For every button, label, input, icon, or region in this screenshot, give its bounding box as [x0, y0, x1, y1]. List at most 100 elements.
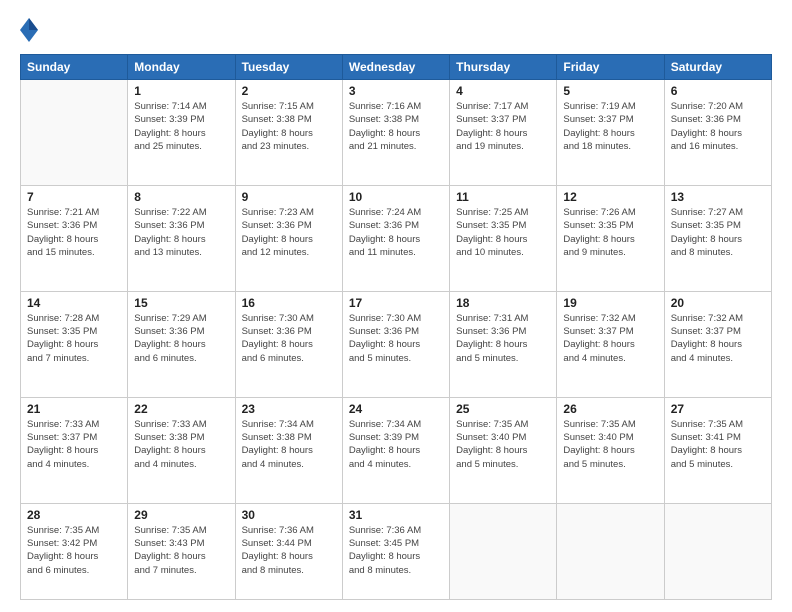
calendar-cell [450, 503, 557, 599]
calendar-cell: 8Sunrise: 7:22 AM Sunset: 3:36 PM Daylig… [128, 185, 235, 291]
calendar-cell: 27 Sunrise: 7:35 AM Sunset: 3:41 PM Dayli… [664, 397, 771, 503]
day-number: 13 [671, 190, 765, 204]
day-number: 2 [242, 84, 336, 98]
calendar-cell: 19 Sunrise: 7:32 AM Sunset: 3:37 PM Dayli… [557, 291, 664, 397]
day-number: 30 [242, 508, 336, 522]
calendar-cell: 18 Sunrise: 7:31 AM Sunset: 3:36 PM Dayli… [450, 291, 557, 397]
calendar-cell: 3 Sunrise: 7:16 AM Sunset: 3:38 PM Daylig… [342, 80, 449, 186]
calendar-cell: 15 Sunrise: 7:29 AM Sunset: 3:36 PM Dayli… [128, 291, 235, 397]
calendar-cell: 25Sunrise: 7:35 AM Sunset: 3:40 PM Dayli… [450, 397, 557, 503]
day-number: 12 [563, 190, 657, 204]
day-number: 22 [134, 402, 228, 416]
page: SundayMondayTuesdayWednesdayThursdayFrid… [0, 0, 792, 612]
day-info: Sunrise: 7:30 AM Sunset: 3:36 PM Dayligh… [349, 312, 443, 365]
week-row-2: 7 Sunrise: 7:21 AM Sunset: 3:36 PM Daylig… [21, 185, 772, 291]
day-info: Sunrise: 7:36 AM Sunset: 3:44 PM Dayligh… [242, 524, 336, 577]
calendar-cell [21, 80, 128, 186]
day-info: Sunrise: 7:34 AM Sunset: 3:38 PM Dayligh… [242, 418, 336, 471]
day-number: 28 [27, 508, 121, 522]
calendar-cell: 1 Sunrise: 7:14 AM Sunset: 3:39 PM Daylig… [128, 80, 235, 186]
calendar-header-row: SundayMondayTuesdayWednesdayThursdayFrid… [21, 55, 772, 80]
calendar-cell: 20 Sunrise: 7:32 AM Sunset: 3:37 PM Dayli… [664, 291, 771, 397]
header-sunday: Sunday [21, 55, 128, 80]
calendar-cell: 6 Sunrise: 7:20 AM Sunset: 3:36 PM Daylig… [664, 80, 771, 186]
calendar-cell [664, 503, 771, 599]
header-tuesday: Tuesday [235, 55, 342, 80]
calendar-cell: 16 Sunrise: 7:30 AM Sunset: 3:36 PM Dayli… [235, 291, 342, 397]
header-monday: Monday [128, 55, 235, 80]
logo [20, 16, 40, 44]
day-info: Sunrise: 7:30 AM Sunset: 3:36 PM Dayligh… [242, 312, 336, 365]
day-info: Sunrise: 7:35 AM Sunset: 3:40 PM Dayligh… [456, 418, 550, 471]
week-row-1: 1 Sunrise: 7:14 AM Sunset: 3:39 PM Daylig… [21, 80, 772, 186]
day-info: Sunrise: 7:26 AM Sunset: 3:35 PM Dayligh… [563, 206, 657, 259]
calendar-cell: 21Sunrise: 7:33 AM Sunset: 3:37 PM Dayli… [21, 397, 128, 503]
day-number: 18 [456, 296, 550, 310]
day-info: Sunrise: 7:32 AM Sunset: 3:37 PM Dayligh… [563, 312, 657, 365]
day-number: 11 [456, 190, 550, 204]
calendar-cell: 12 Sunrise: 7:26 AM Sunset: 3:35 PM Dayli… [557, 185, 664, 291]
day-info: Sunrise: 7:19 AM Sunset: 3:37 PM Dayligh… [563, 100, 657, 153]
day-number: 8 [134, 190, 228, 204]
day-number: 3 [349, 84, 443, 98]
day-info: Sunrise: 7:35 AM Sunset: 3:43 PM Dayligh… [134, 524, 228, 577]
day-number: 23 [242, 402, 336, 416]
day-number: 1 [134, 84, 228, 98]
calendar-cell: 23 Sunrise: 7:34 AM Sunset: 3:38 PM Dayli… [235, 397, 342, 503]
day-number: 27 [671, 402, 765, 416]
calendar-cell: 5 Sunrise: 7:19 AM Sunset: 3:37 PM Daylig… [557, 80, 664, 186]
day-number: 14 [27, 296, 121, 310]
day-info: Sunrise: 7:35 AM Sunset: 3:40 PM Dayligh… [563, 418, 657, 471]
day-info: Sunrise: 7:35 AM Sunset: 3:41 PM Dayligh… [671, 418, 765, 471]
calendar-cell: 24 Sunrise: 7:34 AM Sunset: 3:39 PM Dayli… [342, 397, 449, 503]
day-number: 5 [563, 84, 657, 98]
day-number: 21 [27, 402, 121, 416]
week-row-3: 14 Sunrise: 7:28 AM Sunset: 3:35 PM Dayli… [21, 291, 772, 397]
day-info: Sunrise: 7:35 AM Sunset: 3:42 PM Dayligh… [27, 524, 121, 577]
day-number: 24 [349, 402, 443, 416]
day-info: Sunrise: 7:14 AM Sunset: 3:39 PM Dayligh… [134, 100, 228, 153]
day-number: 7 [27, 190, 121, 204]
calendar-cell: 4Sunrise: 7:17 AM Sunset: 3:37 PM Daylig… [450, 80, 557, 186]
calendar-cell: 31 Sunrise: 7:36 AM Sunset: 3:45 PM Dayli… [342, 503, 449, 599]
day-info: Sunrise: 7:20 AM Sunset: 3:36 PM Dayligh… [671, 100, 765, 153]
day-info: Sunrise: 7:33 AM Sunset: 3:38 PM Dayligh… [134, 418, 228, 471]
day-info: Sunrise: 7:25 AM Sunset: 3:35 PM Dayligh… [456, 206, 550, 259]
header-thursday: Thursday [450, 55, 557, 80]
day-info: Sunrise: 7:29 AM Sunset: 3:36 PM Dayligh… [134, 312, 228, 365]
day-info: Sunrise: 7:28 AM Sunset: 3:35 PM Dayligh… [27, 312, 121, 365]
calendar-cell: 29Sunrise: 7:35 AM Sunset: 3:43 PM Dayli… [128, 503, 235, 599]
calendar-cell: 26 Sunrise: 7:35 AM Sunset: 3:40 PM Dayli… [557, 397, 664, 503]
day-number: 20 [671, 296, 765, 310]
day-number: 16 [242, 296, 336, 310]
day-info: Sunrise: 7:17 AM Sunset: 3:37 PM Dayligh… [456, 100, 550, 153]
day-number: 17 [349, 296, 443, 310]
day-info: Sunrise: 7:36 AM Sunset: 3:45 PM Dayligh… [349, 524, 443, 577]
header [20, 16, 772, 44]
calendar-cell: 9Sunrise: 7:23 AM Sunset: 3:36 PM Daylig… [235, 185, 342, 291]
day-number: 6 [671, 84, 765, 98]
week-row-5: 28 Sunrise: 7:35 AM Sunset: 3:42 PM Dayli… [21, 503, 772, 599]
week-row-4: 21Sunrise: 7:33 AM Sunset: 3:37 PM Dayli… [21, 397, 772, 503]
day-info: Sunrise: 7:24 AM Sunset: 3:36 PM Dayligh… [349, 206, 443, 259]
day-info: Sunrise: 7:31 AM Sunset: 3:36 PM Dayligh… [456, 312, 550, 365]
calendar-cell: 13Sunrise: 7:27 AM Sunset: 3:35 PM Dayli… [664, 185, 771, 291]
day-number: 19 [563, 296, 657, 310]
day-info: Sunrise: 7:16 AM Sunset: 3:38 PM Dayligh… [349, 100, 443, 153]
header-wednesday: Wednesday [342, 55, 449, 80]
calendar-cell [557, 503, 664, 599]
logo-icon [20, 16, 38, 44]
day-number: 31 [349, 508, 443, 522]
day-number: 15 [134, 296, 228, 310]
day-info: Sunrise: 7:21 AM Sunset: 3:36 PM Dayligh… [27, 206, 121, 259]
calendar-cell: 30 Sunrise: 7:36 AM Sunset: 3:44 PM Dayli… [235, 503, 342, 599]
calendar-table: SundayMondayTuesdayWednesdayThursdayFrid… [20, 54, 772, 600]
day-info: Sunrise: 7:23 AM Sunset: 3:36 PM Dayligh… [242, 206, 336, 259]
calendar-cell: 2 Sunrise: 7:15 AM Sunset: 3:38 PM Daylig… [235, 80, 342, 186]
day-number: 26 [563, 402, 657, 416]
calendar-cell: 17 Sunrise: 7:30 AM Sunset: 3:36 PM Dayli… [342, 291, 449, 397]
header-saturday: Saturday [664, 55, 771, 80]
day-info: Sunrise: 7:32 AM Sunset: 3:37 PM Dayligh… [671, 312, 765, 365]
day-info: Sunrise: 7:34 AM Sunset: 3:39 PM Dayligh… [349, 418, 443, 471]
day-info: Sunrise: 7:15 AM Sunset: 3:38 PM Dayligh… [242, 100, 336, 153]
